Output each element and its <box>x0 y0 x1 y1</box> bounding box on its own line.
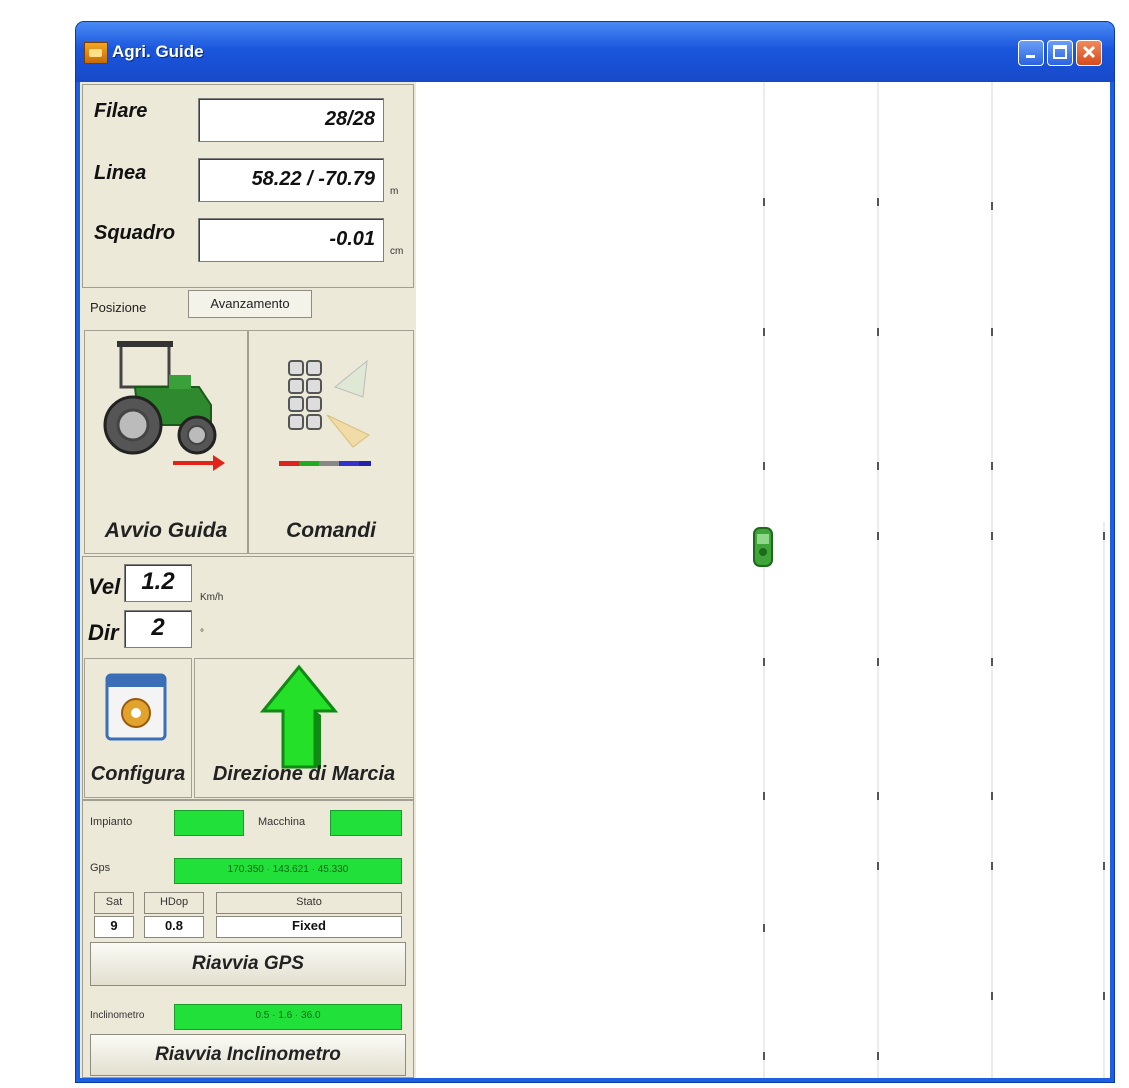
maximize-icon <box>1053 45 1067 59</box>
filare-label: Filare <box>94 100 148 122</box>
configura-label: Configura <box>90 763 186 785</box>
linea-field: 58.22 / -70.79 <box>198 158 384 202</box>
sat-header: Sat <box>94 892 134 914</box>
squadro-label: Squadro <box>94 222 176 244</box>
maximize-button[interactable] <box>1047 40 1073 66</box>
avvio-guida-button[interactable]: Avvio Guida <box>84 330 248 554</box>
linea-unit: m <box>390 186 399 197</box>
configura-button[interactable]: Configura <box>84 658 192 798</box>
client-area: Filare 28/28 Linea 58.22 / -70.79 m Squa… <box>80 82 1110 1078</box>
config-icon <box>105 673 167 741</box>
macchina-indicator <box>330 810 402 836</box>
inclinometro-label: Inclinometro <box>90 1010 145 1021</box>
tractor-icon <box>103 341 225 471</box>
field-map[interactable] <box>416 82 1110 1078</box>
vel-unit: Km/h <box>200 592 224 603</box>
vel-label: Vel <box>88 574 121 599</box>
title-bar[interactable]: Agri. Guide <box>76 22 1114 82</box>
macchina-label: Macchina <box>258 816 306 828</box>
row-markers <box>763 198 1105 1060</box>
linea-label: Linea <box>94 162 147 184</box>
close-icon <box>1082 45 1096 59</box>
squadro-field: -0.01 <box>198 218 384 262</box>
commands-icon <box>279 359 371 466</box>
row-lines <box>753 82 1105 1078</box>
inclinometro-indicator: 0.5 · 1.6 · 36.0 <box>174 1004 402 1030</box>
squadro-unit: cm <box>390 246 404 257</box>
gps-label: Gps <box>90 862 111 874</box>
close-button[interactable] <box>1076 40 1102 66</box>
impianto-label: Impianto <box>90 816 133 828</box>
comandi-button[interactable]: Comandi <box>248 330 414 554</box>
stato-header: Stato <box>216 892 402 914</box>
dir-label: Dir <box>88 620 119 645</box>
tab-posizione[interactable]: Posizione <box>90 296 182 320</box>
comandi-label: Comandi <box>286 519 376 542</box>
hdop-value: 0.8 <box>144 916 204 938</box>
minimize-icon <box>1026 55 1035 58</box>
riavvia-inclinometro-button[interactable]: Riavvia Inclinometro <box>90 1034 406 1076</box>
direzione-button[interactable]: Direzione di Marcia <box>194 658 414 798</box>
sat-value: 9 <box>94 916 134 938</box>
app-icon <box>84 42 108 64</box>
direzione-label: Direzione di Marcia <box>212 763 396 785</box>
stato-value: Fixed <box>216 916 402 938</box>
avvio-guida-label: Avvio Guida <box>104 519 228 542</box>
app-window: Agri. Guide Filare 28/28 Linea 58.22 / -… <box>76 22 1114 1082</box>
gps-indicator: 170.350 · 143.621 · 45.330 <box>174 858 402 884</box>
arrow-up-icon <box>259 664 339 769</box>
window-title: Agri. Guide <box>112 42 204 61</box>
vel-field: 1.2 <box>124 564 192 602</box>
minimize-button[interactable] <box>1018 40 1044 66</box>
tractor-position-icon <box>753 527 773 567</box>
riavvia-gps-button[interactable]: Riavvia GPS <box>90 942 406 986</box>
impianto-indicator <box>174 810 244 836</box>
dir-field: 2 <box>124 610 192 648</box>
dir-unit: ° <box>200 628 204 639</box>
hdop-header: HDop <box>144 892 204 914</box>
filare-field: 28/28 <box>198 98 384 142</box>
control-panel: Filare 28/28 Linea 58.22 / -70.79 m Squa… <box>80 82 416 1078</box>
tab-avanzamento[interactable]: Avanzamento <box>188 290 312 318</box>
